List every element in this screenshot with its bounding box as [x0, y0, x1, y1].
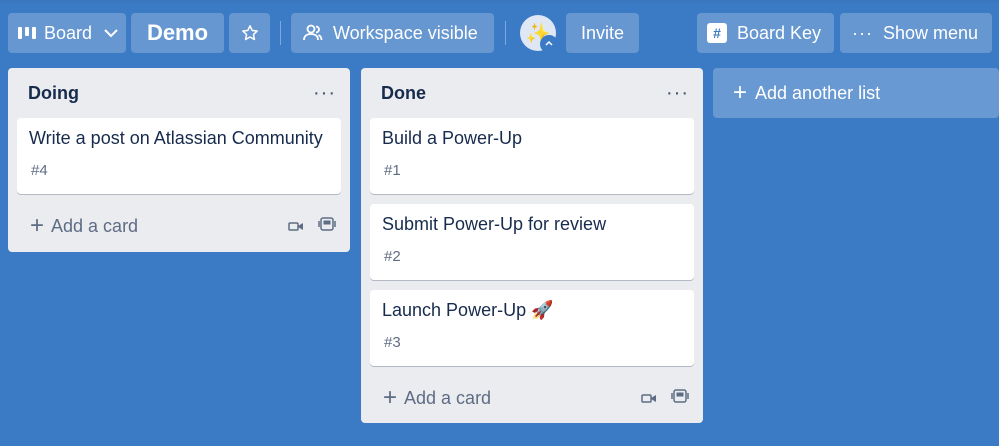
card-template-icon[interactable] [671, 387, 689, 410]
card-title: Launch Power-Up 🚀 [382, 300, 554, 320]
card-title: Write a post on Atlassian Community [29, 128, 323, 148]
admin-chevron-icon [540, 35, 558, 53]
board-icon [18, 27, 36, 39]
list-header: Doing ··· [8, 68, 350, 118]
board-view-label: Board [44, 22, 93, 43]
board-key-button[interactable]: # Board Key [697, 13, 834, 53]
add-list-button[interactable]: + Add another list [713, 68, 999, 118]
show-menu-label: Show menu [882, 22, 979, 43]
list-actions-icon[interactable]: ··· [313, 83, 336, 103]
card-number: #3 [384, 334, 401, 351]
invite-button[interactable]: Invite [566, 13, 639, 53]
board-view-switcher[interactable]: Board [8, 13, 126, 53]
top-edge [0, 0, 999, 3]
card-template-icon[interactable] [318, 215, 336, 238]
header-divider [280, 21, 281, 45]
card-number: #4 [31, 162, 48, 179]
workspace-people-icon [303, 24, 323, 42]
video-icon[interactable] [641, 388, 657, 409]
card-title: Build a Power-Up [382, 128, 523, 148]
list-title[interactable]: Doing [28, 83, 79, 104]
plus-icon: + [733, 79, 748, 106]
card[interactable]: Launch Power-Up 🚀 #3 [370, 290, 694, 366]
add-card-button[interactable]: + Add a card [361, 372, 703, 424]
list-actions-icon[interactable]: ··· [666, 83, 689, 103]
plus-icon: + [30, 212, 45, 239]
list-doing: Doing ··· Write a post on Atlassian Comm… [8, 68, 350, 252]
board-title[interactable]: Demo [131, 13, 224, 53]
board-title-text: Demo [146, 20, 209, 45]
card-number: #2 [384, 248, 401, 265]
member-avatar[interactable]: ✨ [520, 15, 558, 53]
board-key-label: Board Key [737, 22, 822, 43]
workspace-visibility-label: Workspace visible [333, 22, 478, 43]
star-icon [241, 24, 259, 42]
chevron-down-icon [104, 28, 118, 38]
card-title: Submit Power-Up for review [382, 214, 607, 234]
card[interactable]: Write a post on Atlassian Community #4 [17, 118, 341, 194]
invite-label: Invite [580, 22, 625, 43]
header-divider-2 [505, 21, 506, 45]
add-list-label: Add another list [755, 82, 881, 103]
add-card-label: Add a card [404, 387, 492, 408]
card[interactable]: Submit Power-Up for review #2 [370, 204, 694, 280]
add-card-label: Add a card [51, 215, 139, 236]
card-number: #1 [384, 162, 401, 179]
star-button[interactable] [229, 13, 270, 53]
more-horizontal-icon: ··· [852, 22, 873, 43]
add-card-button[interactable]: + Add a card [8, 200, 350, 252]
list-done: Done ··· Build a Power-Up #1 Submit Powe… [361, 68, 703, 423]
video-icon[interactable] [288, 216, 304, 237]
list-title[interactable]: Done [381, 83, 426, 104]
list-header: Done ··· [361, 68, 703, 118]
plus-icon: + [383, 384, 398, 411]
hash-icon: # [707, 23, 727, 43]
workspace-visibility-button[interactable]: Workspace visible [291, 13, 494, 53]
show-menu-button[interactable]: ··· Show menu [840, 13, 992, 53]
card[interactable]: Build a Power-Up #1 [370, 118, 694, 194]
